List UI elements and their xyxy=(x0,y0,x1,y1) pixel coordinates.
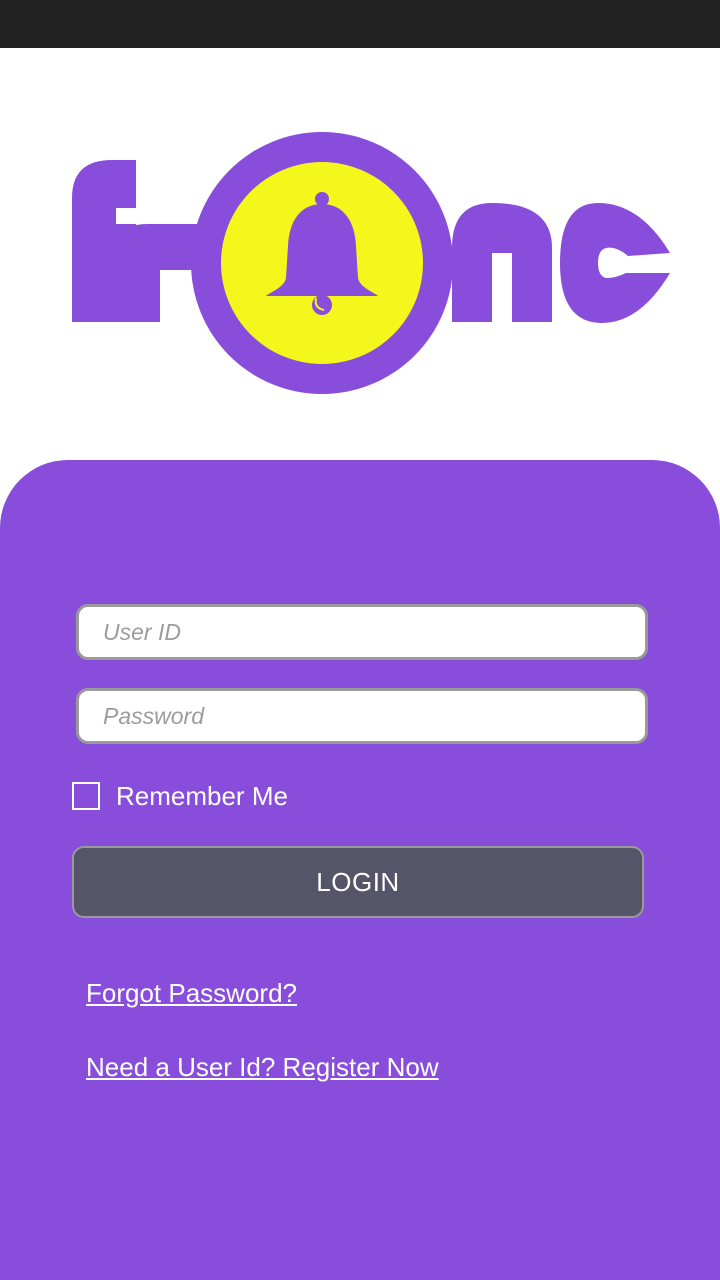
login-panel: Remember Me LOGIN Forgot Password? Need … xyxy=(0,460,720,1280)
login-button[interactable]: LOGIN xyxy=(72,846,644,918)
franc-logo xyxy=(0,48,720,448)
forgot-password-link[interactable]: Forgot Password? xyxy=(86,978,297,1009)
password-input[interactable] xyxy=(76,688,648,744)
remember-me-checkbox[interactable] xyxy=(72,782,100,810)
status-bar xyxy=(0,0,720,48)
remember-me-row[interactable]: Remember Me xyxy=(72,780,288,812)
user-id-input[interactable] xyxy=(76,604,648,660)
register-link[interactable]: Need a User Id? Register Now xyxy=(86,1052,439,1083)
remember-me-label: Remember Me xyxy=(116,780,288,811)
